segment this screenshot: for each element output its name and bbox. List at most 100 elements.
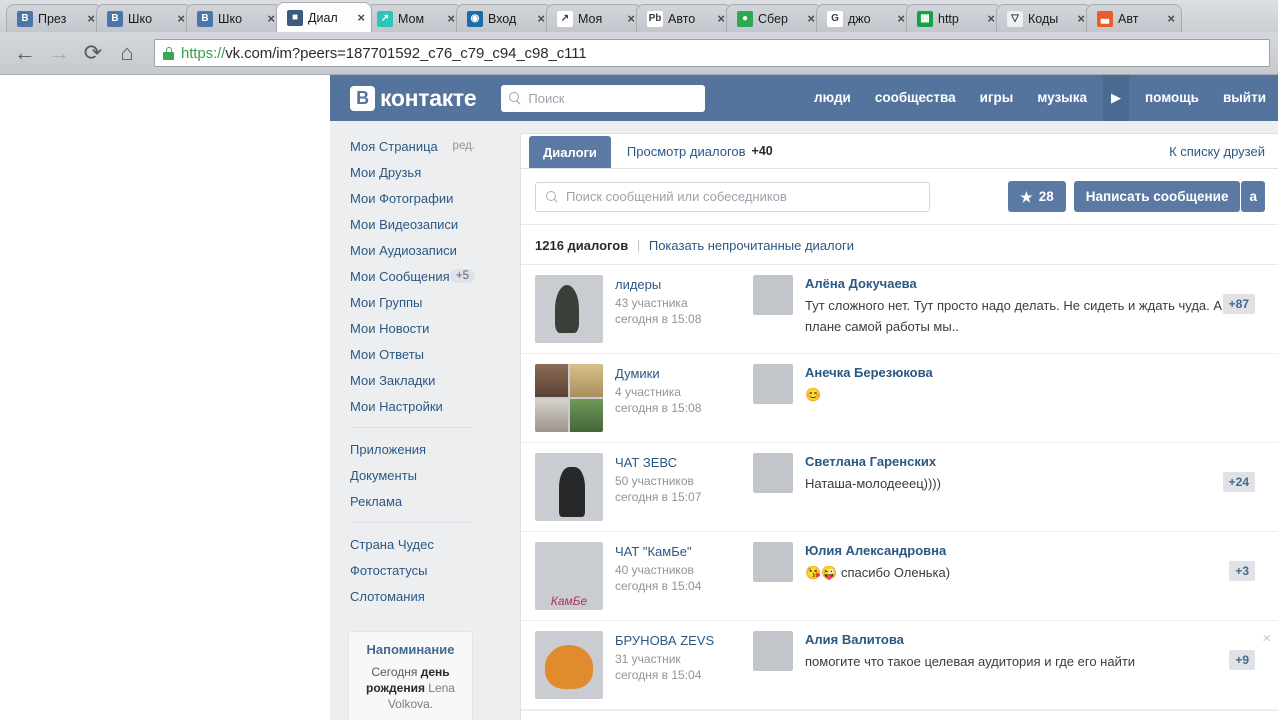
sidebar-item[interactable]: Мои Друзья: [330, 159, 485, 185]
sidebar-item[interactable]: Мои Фотографии: [330, 185, 485, 211]
browser-tab[interactable]: ▦ http ×: [906, 4, 1002, 32]
dialog-row[interactable]: БРУНОВА ZEVS 31 участник сегодня в 15:04 Ал…: [521, 621, 1278, 710]
tab-dialogs[interactable]: Диалоги: [529, 136, 611, 168]
dialog-row[interactable]: ЧАТ ЗЕВС 50 участников сегодня в 15:07 Свет…: [521, 443, 1278, 532]
sidebar-item[interactable]: Мои Сообщения +5: [330, 263, 485, 289]
close-icon[interactable]: ×: [1077, 11, 1085, 26]
browser-tab[interactable]: ● Сбер ×: [726, 4, 822, 32]
close-icon[interactable]: ×: [627, 11, 635, 26]
forward-button[interactable]: →: [42, 38, 76, 68]
close-icon[interactable]: ×: [1167, 11, 1175, 26]
show-unread-link[interactable]: Показать непрочитанные диалоги: [649, 238, 854, 253]
reminder-title: Напоминание: [366, 642, 455, 657]
sidebar-item[interactable]: Мои Видеозаписи: [330, 211, 485, 237]
sidebar-item[interactable]: Страна Чудес: [330, 531, 485, 557]
topnav-logout-link[interactable]: выйти: [1211, 75, 1278, 121]
chat-name[interactable]: ЧАТ "КамБе": [615, 544, 735, 559]
close-icon[interactable]: ×: [177, 11, 185, 26]
vk-logo[interactable]: B контакте: [350, 85, 477, 112]
topnav-link[interactable]: сообщества: [863, 75, 968, 121]
chat-avatar: [535, 364, 603, 432]
home-button[interactable]: ⌂: [110, 38, 144, 68]
favorites-button[interactable]: ★ 28: [1008, 181, 1066, 212]
message-author[interactable]: Юлия Александровна: [805, 543, 1265, 558]
browser-tab[interactable]: ↗ Моя ×: [546, 4, 642, 32]
close-icon[interactable]: ×: [267, 11, 275, 26]
browser-tab-title: Диал: [308, 10, 338, 25]
sidebar-item[interactable]: Приложения: [330, 436, 485, 462]
close-icon[interactable]: ×: [987, 11, 995, 26]
write-message-extra-button[interactable]: a: [1241, 181, 1265, 212]
topnav-link[interactable]: люди: [802, 75, 863, 121]
reload-button[interactable]: ⟳: [76, 38, 110, 68]
browser-tab-title: Сбер: [758, 11, 788, 26]
sidebar-item-edit-link[interactable]: ред.: [453, 140, 475, 152]
vk-topnav: люди сообщества игры музыка ▶ помощь выйти: [802, 75, 1278, 121]
dialog-row[interactable]: лидеры 43 участника сегодня в 15:08 Алёна Д…: [521, 265, 1278, 354]
browser-tab[interactable]: ◉ Вход ×: [456, 4, 552, 32]
friends-list-link[interactable]: К списку друзей: [1169, 134, 1278, 168]
browser-tab[interactable]: Pb Авто ×: [636, 4, 732, 32]
chat-name[interactable]: лидеры: [615, 277, 735, 292]
global-search-input[interactable]: Поиск: [501, 84, 706, 112]
chart-icon: ↗: [557, 10, 573, 27]
browser-chrome: B През × B Шко × B Шко × ■ Диал × ↗ Мом × ◉ Вход × ↗ Моя × Pb…: [0, 0, 1278, 75]
close-icon[interactable]: ×: [447, 11, 455, 26]
dialog-row[interactable]: Думики 4 участника сегодня в 15:08 Анечка Б…: [521, 354, 1278, 443]
close-icon[interactable]: ×: [87, 11, 95, 26]
sidebar-item[interactable]: Мои Настройки: [330, 393, 485, 419]
message-author[interactable]: Алёна Докучаева: [805, 276, 1265, 291]
close-icon[interactable]: ×: [807, 11, 815, 26]
topnav-link[interactable]: музыка: [1025, 75, 1099, 121]
close-icon[interactable]: ×: [357, 10, 365, 25]
sidebar-item-label: Мои Ответы: [350, 346, 425, 362]
sidebar-item[interactable]: Мои Группы: [330, 289, 485, 315]
back-button[interactable]: ←: [8, 38, 42, 68]
browser-tab[interactable]: ↗ Мом ×: [366, 4, 462, 32]
sidebar-item[interactable]: Документы: [330, 462, 485, 488]
chat-members: 40 участников: [615, 563, 694, 577]
browser-tab[interactable]: ▃ Авт ×: [1086, 4, 1182, 32]
close-icon[interactable]: ×: [1262, 631, 1271, 646]
chat-name[interactable]: ЧАТ ЗЕВС: [615, 455, 735, 470]
topnav-help-link[interactable]: помощь: [1133, 75, 1211, 121]
tab-view-dialogs[interactable]: Просмотр диалогов +40: [611, 134, 789, 168]
sidebar-item-label: Мои Настройки: [350, 398, 443, 414]
unread-badge: +3: [1229, 561, 1255, 581]
sidebar-item[interactable]: Мои Новости: [330, 315, 485, 341]
dialog-row[interactable]: ЧАТ "КамБе" 40 участников сегодня в 15:04 Ю…: [521, 532, 1278, 621]
sidebar-item[interactable]: Мои Ответы: [330, 341, 485, 367]
vk-header: B контакте Поиск люди сообщества игры музык…: [330, 75, 1278, 121]
browser-tab-title: http: [938, 11, 959, 26]
topnav-link[interactable]: игры: [968, 75, 1026, 121]
address-bar[interactable]: https://vk.com/im?peers=187701592_c76_c7…: [154, 39, 1270, 67]
sidebar-item[interactable]: Слотомания: [330, 583, 485, 609]
message-author[interactable]: Алия Валитова: [805, 632, 1265, 647]
browser-tab[interactable]: ■ Диал ×: [276, 2, 372, 32]
browser-tab[interactable]: B През ×: [6, 4, 102, 32]
tab-dialogs-label: Диалоги: [543, 144, 597, 160]
chat-name[interactable]: Думики: [615, 366, 735, 381]
google-icon: G: [827, 10, 843, 27]
message-author[interactable]: Светлана Гаренских: [805, 454, 1265, 469]
chat-name[interactable]: БРУНОВА ZEVS: [615, 633, 735, 648]
sidebar-item[interactable]: Реклама: [330, 488, 485, 514]
message-author[interactable]: Анечка Березюкова: [805, 365, 1265, 380]
write-message-button[interactable]: Написать сообщение: [1073, 181, 1241, 212]
close-icon[interactable]: ×: [897, 11, 905, 26]
sidebar-item[interactable]: Мои Аудиозаписи: [330, 237, 485, 263]
browser-tab[interactable]: B Шко ×: [186, 4, 282, 32]
browser-tab[interactable]: ▽ Коды ×: [996, 4, 1092, 32]
sidebar-item[interactable]: Моя Страница ред.: [330, 133, 485, 159]
messages-search-input[interactable]: Поиск сообщений или собеседников: [535, 181, 931, 212]
sidebar-item-label: Мои Фотографии: [350, 190, 454, 206]
close-icon[interactable]: ×: [537, 11, 545, 26]
browser-tab[interactable]: B Шко ×: [96, 4, 192, 32]
topnav-more-arrow-icon[interactable]: ▶: [1102, 75, 1129, 121]
browser-tab-title: Авт: [1118, 11, 1139, 26]
browser-tab[interactable]: Gджо ×: [816, 4, 912, 32]
sidebar-item[interactable]: Мои Закладки: [330, 367, 485, 393]
vk-body: Моя Страница ред. Мои Друзья Мои Фотографии…: [330, 121, 1278, 720]
close-icon[interactable]: ×: [717, 11, 725, 26]
sidebar-item[interactable]: Фотостатусы: [330, 557, 485, 583]
